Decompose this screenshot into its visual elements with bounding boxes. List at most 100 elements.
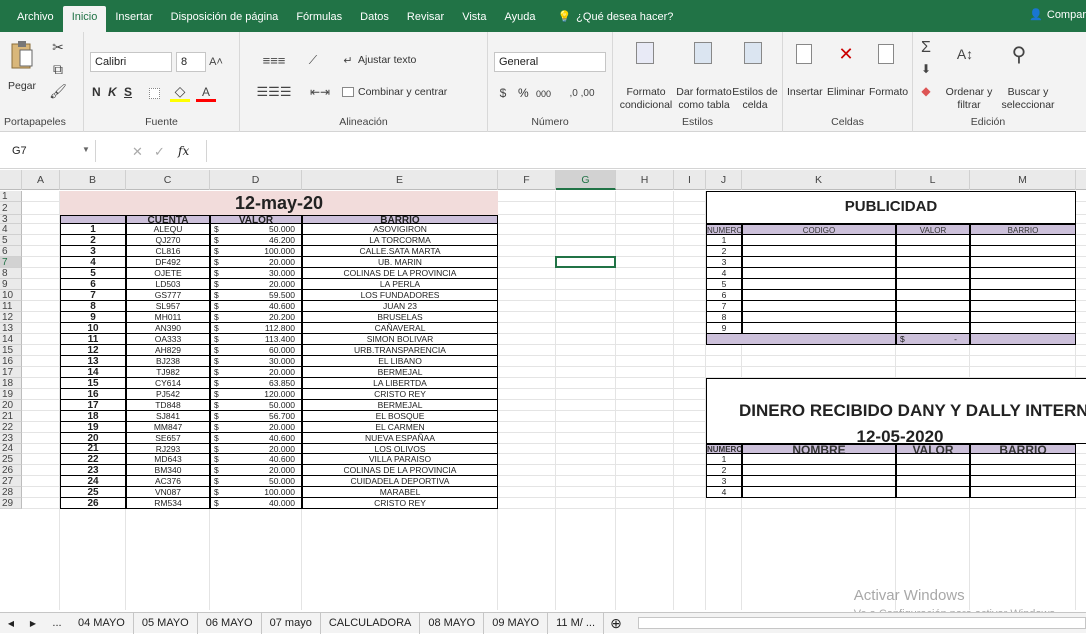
cell-styles-button[interactable]: Estilos de celda bbox=[731, 86, 779, 112]
main-row-cuenta[interactable]: RJ293 bbox=[126, 444, 210, 454]
main-row-valor[interactable]: $46.200 bbox=[210, 235, 302, 246]
publicidad-header-barrio[interactable]: BARRIO bbox=[970, 224, 1076, 235]
main-row-number[interactable]: 21 bbox=[60, 444, 126, 454]
main-row-number[interactable]: 23 bbox=[60, 465, 126, 476]
row-header-15[interactable]: 15 bbox=[0, 345, 22, 356]
paste-icon[interactable] bbox=[8, 38, 36, 72]
main-row-valor[interactable]: $20.000 bbox=[210, 367, 302, 378]
main-row-barrio[interactable]: SIMON BOLIVAR bbox=[302, 334, 498, 345]
main-row-barrio[interactable]: ASOVIGIRON bbox=[302, 224, 498, 235]
row-header-8[interactable]: 8 bbox=[0, 268, 22, 279]
main-row-valor[interactable]: $40.600 bbox=[210, 454, 302, 465]
decimal-icon[interactable]: ,0 ,00 bbox=[562, 84, 602, 102]
merge-center-button[interactable]: Combinar y centrar bbox=[358, 86, 447, 99]
font-size-select[interactable]: 8 bbox=[176, 52, 206, 72]
publicidad-row-valor[interactable] bbox=[896, 257, 970, 268]
column-header-i[interactable]: I bbox=[674, 170, 706, 190]
sheet-tab[interactable]: 05 MAYO bbox=[134, 612, 198, 634]
publicidad-row-barrio[interactable] bbox=[970, 301, 1076, 312]
row-header-25[interactable]: 25 bbox=[0, 454, 22, 465]
main-row-cuenta[interactable]: TD848 bbox=[126, 400, 210, 411]
main-row-valor[interactable]: $59.500 bbox=[210, 290, 302, 301]
row-header-18[interactable]: 18 bbox=[0, 378, 22, 389]
dinero-row-barrio[interactable] bbox=[970, 465, 1076, 476]
tell-me-box[interactable]: 💡 ¿Qué desea hacer? bbox=[548, 6, 682, 32]
main-row-valor[interactable]: $20.200 bbox=[210, 312, 302, 323]
main-row-barrio[interactable]: MARABEL bbox=[302, 487, 498, 498]
main-row-cuenta[interactable]: MM847 bbox=[126, 422, 210, 433]
selected-cell-g7[interactable] bbox=[555, 256, 616, 268]
publicidad-row-valor[interactable] bbox=[896, 279, 970, 290]
publicidad-row-number[interactable]: 3 bbox=[706, 257, 742, 268]
cancel-icon[interactable]: ✕ bbox=[132, 144, 143, 160]
main-row-cuenta[interactable]: MD643 bbox=[126, 454, 210, 465]
row-header-17[interactable]: 17 bbox=[0, 367, 22, 378]
align-top-icon[interactable]: ≡≡≡ bbox=[250, 50, 298, 70]
dinero-row-barrio[interactable] bbox=[970, 476, 1076, 487]
main-row-valor[interactable]: $20.000 bbox=[210, 279, 302, 290]
italic-button[interactable]: K bbox=[108, 86, 117, 99]
sheet-tab[interactable]: 06 MAYO bbox=[198, 612, 262, 634]
menu-tab-ayuda[interactable]: Ayuda bbox=[495, 6, 544, 32]
column-header-d[interactable]: D bbox=[210, 170, 302, 190]
column-header-j[interactable]: J bbox=[706, 170, 742, 190]
borders-icon[interactable] bbox=[146, 84, 162, 102]
fill-icon[interactable]: ⬇ bbox=[917, 60, 935, 78]
menu-tab-inicio[interactable]: Inicio bbox=[62, 6, 107, 32]
dinero-row-valor[interactable] bbox=[896, 487, 970, 498]
currency-icon[interactable]: $ bbox=[494, 84, 512, 102]
main-row-cuenta[interactable]: BJ238 bbox=[126, 356, 210, 367]
main-row-barrio[interactable]: CRISTO REY bbox=[302, 498, 498, 509]
main-row-barrio[interactable]: VILLA PARAISO bbox=[302, 454, 498, 465]
dinero-row-number[interactable]: 1 bbox=[706, 454, 742, 465]
row-header-4[interactable]: 4 bbox=[0, 224, 22, 235]
publicidad-row-barrio[interactable] bbox=[970, 290, 1076, 301]
publicidad-row-valor[interactable] bbox=[896, 268, 970, 279]
main-row-barrio[interactable]: LA TORCORMA bbox=[302, 235, 498, 246]
menu-tab-datos[interactable]: Datos bbox=[351, 6, 398, 32]
row-header-29[interactable]: 29 bbox=[0, 498, 22, 509]
main-row-barrio[interactable]: EL CARMEN bbox=[302, 422, 498, 433]
conditional-format-button[interactable]: Formato condicional bbox=[617, 86, 675, 112]
main-row-cuenta[interactable]: MH011 bbox=[126, 312, 210, 323]
column-header-m[interactable]: M bbox=[970, 170, 1076, 190]
row-header-6[interactable]: 6 bbox=[0, 246, 22, 257]
main-row-number[interactable]: 26 bbox=[60, 498, 126, 509]
main-row-valor[interactable]: $113.400 bbox=[210, 334, 302, 345]
dinero-row-valor[interactable] bbox=[896, 465, 970, 476]
publicidad-row-codigo[interactable] bbox=[742, 290, 896, 301]
publicidad-row-number[interactable]: 1 bbox=[706, 235, 742, 246]
sheet-tab[interactable]: CALCULADORA bbox=[321, 612, 421, 634]
main-row-valor[interactable]: $60.000 bbox=[210, 345, 302, 356]
row-header-5[interactable]: 5 bbox=[0, 235, 22, 246]
main-row-barrio[interactable]: NUEVA ESPAÑAA bbox=[302, 433, 498, 444]
main-row-valor[interactable]: $20.000 bbox=[210, 422, 302, 433]
main-row-cuenta[interactable]: OA333 bbox=[126, 334, 210, 345]
main-row-number[interactable]: 22 bbox=[60, 454, 126, 465]
main-row-number[interactable]: 7 bbox=[60, 290, 126, 301]
publicidad-title[interactable]: PUBLICIDAD bbox=[706, 191, 1076, 224]
number-format-select[interactable]: General bbox=[494, 52, 606, 72]
main-row-valor[interactable]: $50.000 bbox=[210, 400, 302, 411]
publicidad-row-codigo[interactable] bbox=[742, 257, 896, 268]
publicidad-total-label[interactable] bbox=[706, 334, 896, 345]
publicidad-row-codigo[interactable] bbox=[742, 246, 896, 257]
main-row-number[interactable]: 12 bbox=[60, 345, 126, 356]
row-header-26[interactable]: 26 bbox=[0, 465, 22, 476]
main-row-cuenta[interactable]: RM534 bbox=[126, 498, 210, 509]
indent-icon[interactable]: ⇤⇥ bbox=[302, 82, 338, 102]
table-format-button[interactable]: Dar formato como tabla bbox=[675, 86, 733, 112]
main-row-cuenta[interactable]: CY614 bbox=[126, 378, 210, 389]
row-header-28[interactable]: 28 bbox=[0, 487, 22, 498]
main-row-number[interactable]: 15 bbox=[60, 378, 126, 389]
publicidad-row-valor[interactable] bbox=[896, 246, 970, 257]
column-header-a[interactable]: A bbox=[22, 170, 60, 190]
main-row-number[interactable]: 14 bbox=[60, 367, 126, 378]
row-header-7[interactable]: 7 bbox=[0, 257, 22, 268]
main-row-cuenta[interactable]: PJ542 bbox=[126, 389, 210, 400]
main-row-cuenta[interactable]: BM340 bbox=[126, 465, 210, 476]
dinero-header-numero[interactable]: NUMERO bbox=[706, 444, 742, 454]
main-row-cuenta[interactable]: TJ982 bbox=[126, 367, 210, 378]
sheet-tab[interactable]: 04 MAYO bbox=[70, 612, 134, 634]
delete-cells-button[interactable]: Eliminar bbox=[827, 86, 865, 99]
